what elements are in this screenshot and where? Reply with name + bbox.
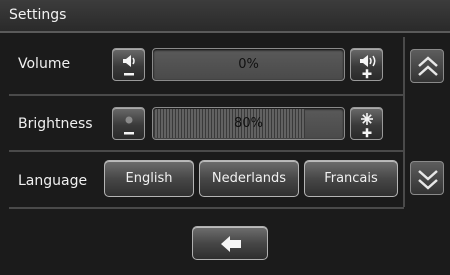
double-chevron-up-icon <box>418 56 438 76</box>
brightness-down-button[interactable] <box>112 107 145 140</box>
volume-up-icon <box>360 55 376 79</box>
back-button[interactable] <box>192 226 268 260</box>
language-option-francais[interactable]: Francais <box>304 160 398 197</box>
volume-value: 0% <box>238 57 259 72</box>
brightness-down-icon <box>124 116 134 135</box>
brightness-value: 80% <box>234 116 263 131</box>
back-arrow-icon <box>221 236 241 252</box>
volume-down-icon <box>123 55 135 76</box>
double-chevron-down-icon <box>418 170 438 190</box>
volume-label: Volume <box>18 56 71 72</box>
scroll-up-button[interactable] <box>410 49 444 83</box>
language-label: Language <box>18 173 88 189</box>
language-option-nederlands[interactable]: Nederlands <box>199 160 299 197</box>
brightness-slider[interactable]: 80% <box>152 107 345 140</box>
scroll-divider <box>403 37 405 207</box>
volume-down-button[interactable] <box>112 48 145 81</box>
brightness-label: Brightness <box>18 116 93 132</box>
brightness-up-button[interactable] <box>350 107 383 140</box>
page-title: Settings <box>9 7 67 23</box>
settings-screen: Settings Volume 0% Brightness 80% Langua… <box>0 0 450 275</box>
title-bar: Settings <box>0 0 450 33</box>
brightness-up-icon <box>361 113 373 138</box>
volume-up-button[interactable] <box>350 48 383 81</box>
volume-slider[interactable]: 0% <box>152 48 345 81</box>
scroll-down-button[interactable] <box>410 161 444 195</box>
language-option-english[interactable]: English <box>104 160 194 197</box>
